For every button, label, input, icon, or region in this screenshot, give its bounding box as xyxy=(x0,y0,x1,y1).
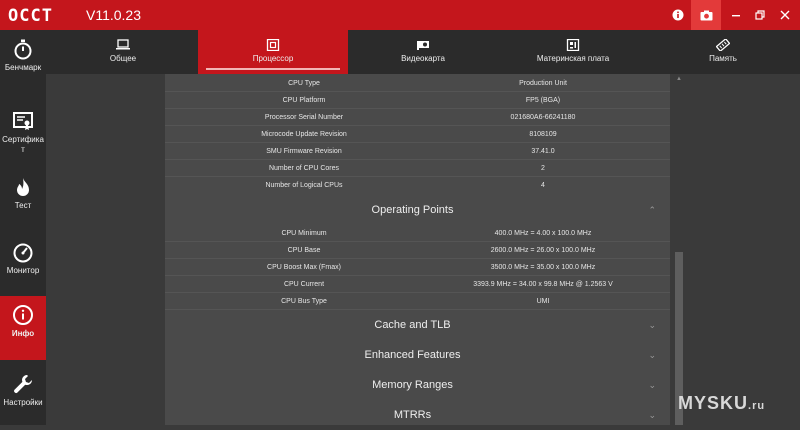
screenshot-button[interactable] xyxy=(691,0,721,30)
top-tabs: Общее Процессор Видеокарта Материнская п… xyxy=(46,30,800,74)
sidebar-item-monitor[interactable]: Монитор xyxy=(0,233,46,297)
section-title: Operating Points xyxy=(371,204,454,216)
sidebar: Бенчмарк Сертифика т Тест Монитор Инфо Н… xyxy=(0,30,46,425)
minimize-icon xyxy=(732,15,740,17)
title-bar: OCCT V11.0.23 xyxy=(0,0,800,30)
sidebar-item-label: Монитор xyxy=(6,266,40,275)
table-row: SMU Firmware Revision 37.41.0 xyxy=(165,143,670,160)
section-title: Cache and TLB xyxy=(374,319,451,331)
section-title: Enhanced Features xyxy=(364,349,461,361)
section-title: MTRRs xyxy=(393,409,432,421)
memory-icon xyxy=(716,39,730,51)
sidebar-item-benchmark[interactable]: Бенчмарк xyxy=(0,30,46,94)
sidebar-item-label: Бенчмарк xyxy=(4,63,42,72)
certificate-icon xyxy=(13,112,33,130)
stopwatch-icon xyxy=(14,39,32,60)
cpu-info-panel: CPU Type Production Unit CPU Platform FP5 … xyxy=(165,74,670,425)
tab-motherboard[interactable]: Материнская плата xyxy=(498,30,648,74)
info-button[interactable] xyxy=(663,0,693,30)
tab-memory[interactable]: Память xyxy=(648,30,798,74)
sidebar-item-settings[interactable]: Настройки xyxy=(0,365,46,429)
close-icon xyxy=(780,10,790,20)
table-row: CPU Base 2600.0 MHz = 26.00 x 100.0 MHz xyxy=(165,242,670,259)
tab-label: Общее xyxy=(109,54,137,63)
info-icon xyxy=(672,9,684,21)
watermark: MYSKU.ru xyxy=(678,393,766,413)
restore-icon xyxy=(755,10,765,20)
section-title: Memory Ranges xyxy=(372,379,453,391)
chevron-down-icon: ⌄ xyxy=(648,350,656,360)
chevron-down-icon: ⌄ xyxy=(648,320,656,330)
sidebar-item-test[interactable]: Тест xyxy=(0,168,46,232)
table-row: Processor Serial Number 021680A6-66241180 xyxy=(165,109,670,126)
tab-label: Видеокарта xyxy=(401,54,445,63)
laptop-icon xyxy=(116,39,130,50)
chevron-down-icon: ⌄ xyxy=(648,410,656,420)
table-row: Number of Logical CPUs 4 xyxy=(265,182,545,189)
scroll-up-icon[interactable]: ▲ xyxy=(675,76,683,82)
gauge-icon xyxy=(13,243,33,263)
tab-gpu[interactable]: Видеокарта xyxy=(348,30,498,74)
sidebar-item-label: Инфо xyxy=(11,329,35,338)
section-mtrrs[interactable]: MTRRs ⌄ xyxy=(165,400,670,430)
wrench-icon xyxy=(14,375,33,393)
tab-label: Материнская плата xyxy=(536,54,610,63)
table-row: CPU Current 3393.9 MHz = 34.00 x 99.8 MHz… xyxy=(165,276,670,293)
table-row: CPU Minimum 400.0 MHz = 4.00 x 100.0 MHz xyxy=(165,225,670,242)
motherboard-icon xyxy=(566,39,580,51)
sidebar-item-info[interactable]: Инфо xyxy=(0,296,46,360)
sidebar-item-label: Тест xyxy=(14,201,32,210)
tab-processor[interactable]: Процессор xyxy=(198,30,348,74)
cpu-icon xyxy=(266,39,280,51)
section-memory-ranges[interactable]: Memory Ranges ⌄ xyxy=(165,370,670,400)
table-row: CPU Type Production Unit xyxy=(165,75,670,92)
table-row: CPU Bus Type UMI xyxy=(165,293,670,310)
app-version: V11.0.23 xyxy=(86,7,142,23)
table-row: CPU Boost Max (Fmax) 3500.0 MHz = 35.00 x… xyxy=(165,259,670,276)
gpu-icon xyxy=(417,41,429,50)
tab-label: Процессор xyxy=(252,54,294,63)
sidebar-item-label: Сертифика т xyxy=(2,135,44,154)
table-row: Number of CPU Cores 2 xyxy=(165,160,670,177)
section-enhanced-features[interactable]: Enhanced Features ⌄ xyxy=(165,340,670,370)
close-button[interactable] xyxy=(770,0,800,30)
sidebar-item-label: Настройки xyxy=(3,398,43,407)
tab-label: Память xyxy=(709,54,737,63)
camera-icon xyxy=(700,10,712,20)
sidebar-item-certificate[interactable]: Сертифика т xyxy=(0,102,46,166)
info-icon xyxy=(13,305,33,325)
table-row: CPU Platform FP5 (BGA) xyxy=(165,92,670,109)
tab-general[interactable]: Общее xyxy=(48,30,198,74)
flame-icon xyxy=(17,178,29,196)
chevron-up-icon: ⌃ xyxy=(648,205,656,215)
table-row: Microcode Update Revision 8108109 xyxy=(165,126,670,143)
chevron-down-icon: ⌄ xyxy=(648,380,656,390)
app-logo: OCCT xyxy=(8,6,53,26)
section-cache-tlb[interactable]: Cache and TLB ⌄ xyxy=(165,310,670,340)
section-operating-points[interactable]: Operating Points ⌃ xyxy=(165,195,670,225)
